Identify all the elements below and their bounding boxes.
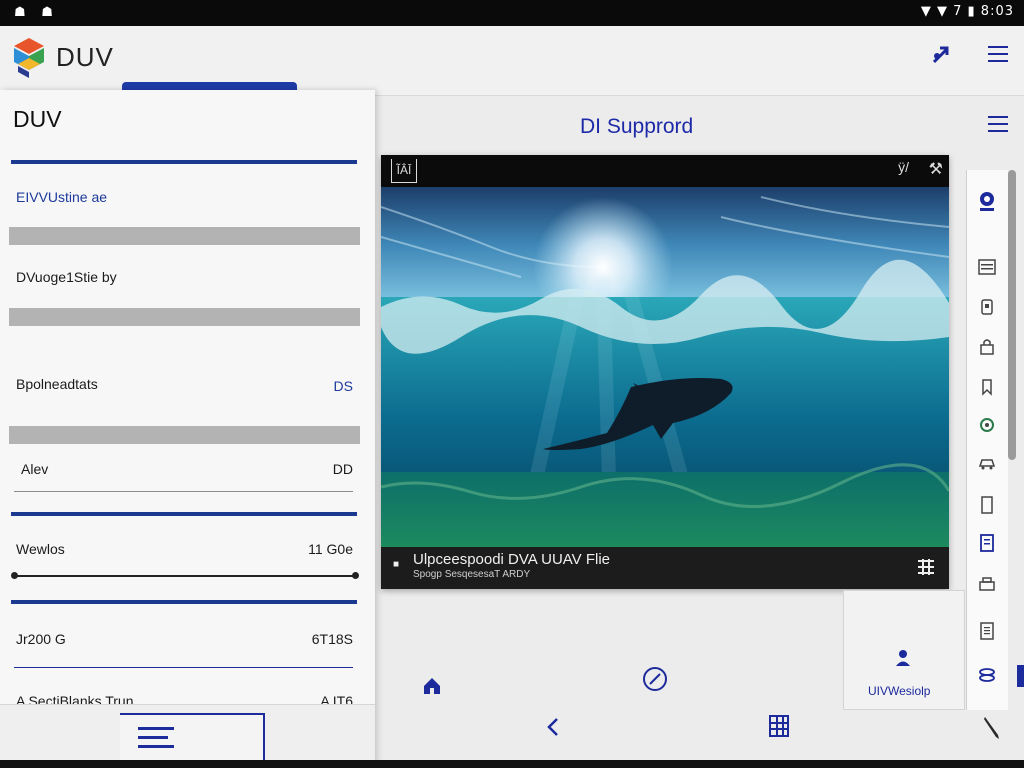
status-left-icons: ☗ ☗ (14, 4, 59, 19)
row-label[interactable]: DVuoge1Stie by (16, 269, 117, 285)
scrollbar[interactable] (1008, 170, 1016, 460)
media-caption-bar: ■ Ulpceespoodi DVA UUAV Flie Spogp Sesqe… (381, 547, 949, 589)
row-value[interactable]: DS (334, 378, 353, 394)
settings-icon[interactable] (976, 414, 998, 436)
back-icon[interactable] (543, 716, 565, 738)
notes-icon[interactable] (976, 620, 998, 642)
tools-icon[interactable]: ⚒ (929, 159, 943, 179)
slider-handle[interactable] (11, 572, 18, 579)
row-label[interactable]: Wewlos (16, 541, 65, 557)
home-icon[interactable] (421, 675, 443, 697)
menu-icon[interactable] (987, 113, 1009, 135)
user-icon (896, 650, 910, 666)
action-card[interactable]: UIVWesiolp (843, 590, 965, 710)
list-icon[interactable] (976, 256, 998, 278)
row-value: 6T18S (311, 631, 353, 647)
left-bottom-bar (0, 704, 375, 768)
row-value: DD (332, 461, 353, 477)
divider (14, 667, 353, 668)
profile-icon[interactable] (976, 190, 998, 212)
grid-icon[interactable] (768, 714, 790, 738)
layers-icon[interactable] (976, 664, 998, 686)
document-icon[interactable] (976, 532, 998, 554)
left-panel-title: DUV (13, 106, 62, 132)
media-caption: Ulpceespoodi DVA UUAV Flie (413, 551, 611, 568)
right-sidebar (966, 170, 1008, 710)
pen-icon[interactable] (981, 714, 1003, 740)
media-toolbar: ĨÂĪ ÿ/ ⚒ (381, 155, 949, 187)
slider-handle[interactable] (352, 572, 359, 579)
menu-icon (138, 727, 174, 748)
row-label[interactable]: Alev (21, 461, 48, 477)
edge-tab[interactable] (1017, 665, 1024, 687)
status-right-indicators: ▼ ▼ 7 ▮ 8:03 (920, 4, 1014, 19)
row-label[interactable]: Bpolneadtats (16, 376, 98, 392)
share-icon[interactable] (928, 42, 954, 68)
app-logo-icon (14, 38, 44, 78)
file-icon[interactable] (976, 494, 998, 516)
progress-bar (9, 308, 360, 326)
divider (11, 512, 357, 516)
action-label: UIVWesiolp (868, 684, 931, 698)
divider (11, 160, 357, 164)
media-subcaption: Spogp SesqesesaT ARDY (413, 569, 531, 580)
underwater-image (381, 187, 949, 547)
printer-icon[interactable] (976, 574, 998, 596)
row-label[interactable]: EIVVUstine ae (16, 189, 107, 205)
app-title: DUV (56, 42, 114, 72)
menu-icon[interactable] (986, 42, 1010, 66)
progress-bar (9, 426, 360, 444)
media-card[interactable]: ĨÂĪ ÿ/ ⚒ ■ Ulpceespoodi DVA UUAV Flie Sp… (381, 155, 949, 589)
caption-bullet: ■ (393, 559, 400, 570)
main-title: DI Supprord (580, 115, 694, 138)
status-bar: ☗ ☗ ▼ ▼ 7 ▮ 8:03 (0, 0, 1024, 26)
row-label[interactable]: Jr200 G (16, 631, 66, 647)
left-panel: DUV EIVVUstine ae DVuoge1Stie by Bpolnea… (0, 90, 375, 768)
lock-icon[interactable] (976, 336, 998, 358)
left-panel-accent (122, 82, 297, 90)
media-toolbar-label[interactable]: ÿ/ (898, 159, 909, 175)
bottom-edge (0, 760, 1024, 768)
media-toolbar-label[interactable]: ĨÂĪ (391, 159, 417, 183)
car-icon[interactable] (976, 452, 998, 474)
divider (14, 491, 353, 492)
row-value: 11 G0e (308, 541, 353, 557)
slider-track[interactable] (14, 575, 356, 577)
compass-icon[interactable] (642, 666, 668, 692)
device-icon[interactable] (976, 296, 998, 318)
progress-bar (9, 227, 360, 245)
bookmark-icon[interactable] (976, 376, 998, 398)
grid-icon[interactable] (917, 558, 935, 576)
divider (11, 600, 357, 604)
